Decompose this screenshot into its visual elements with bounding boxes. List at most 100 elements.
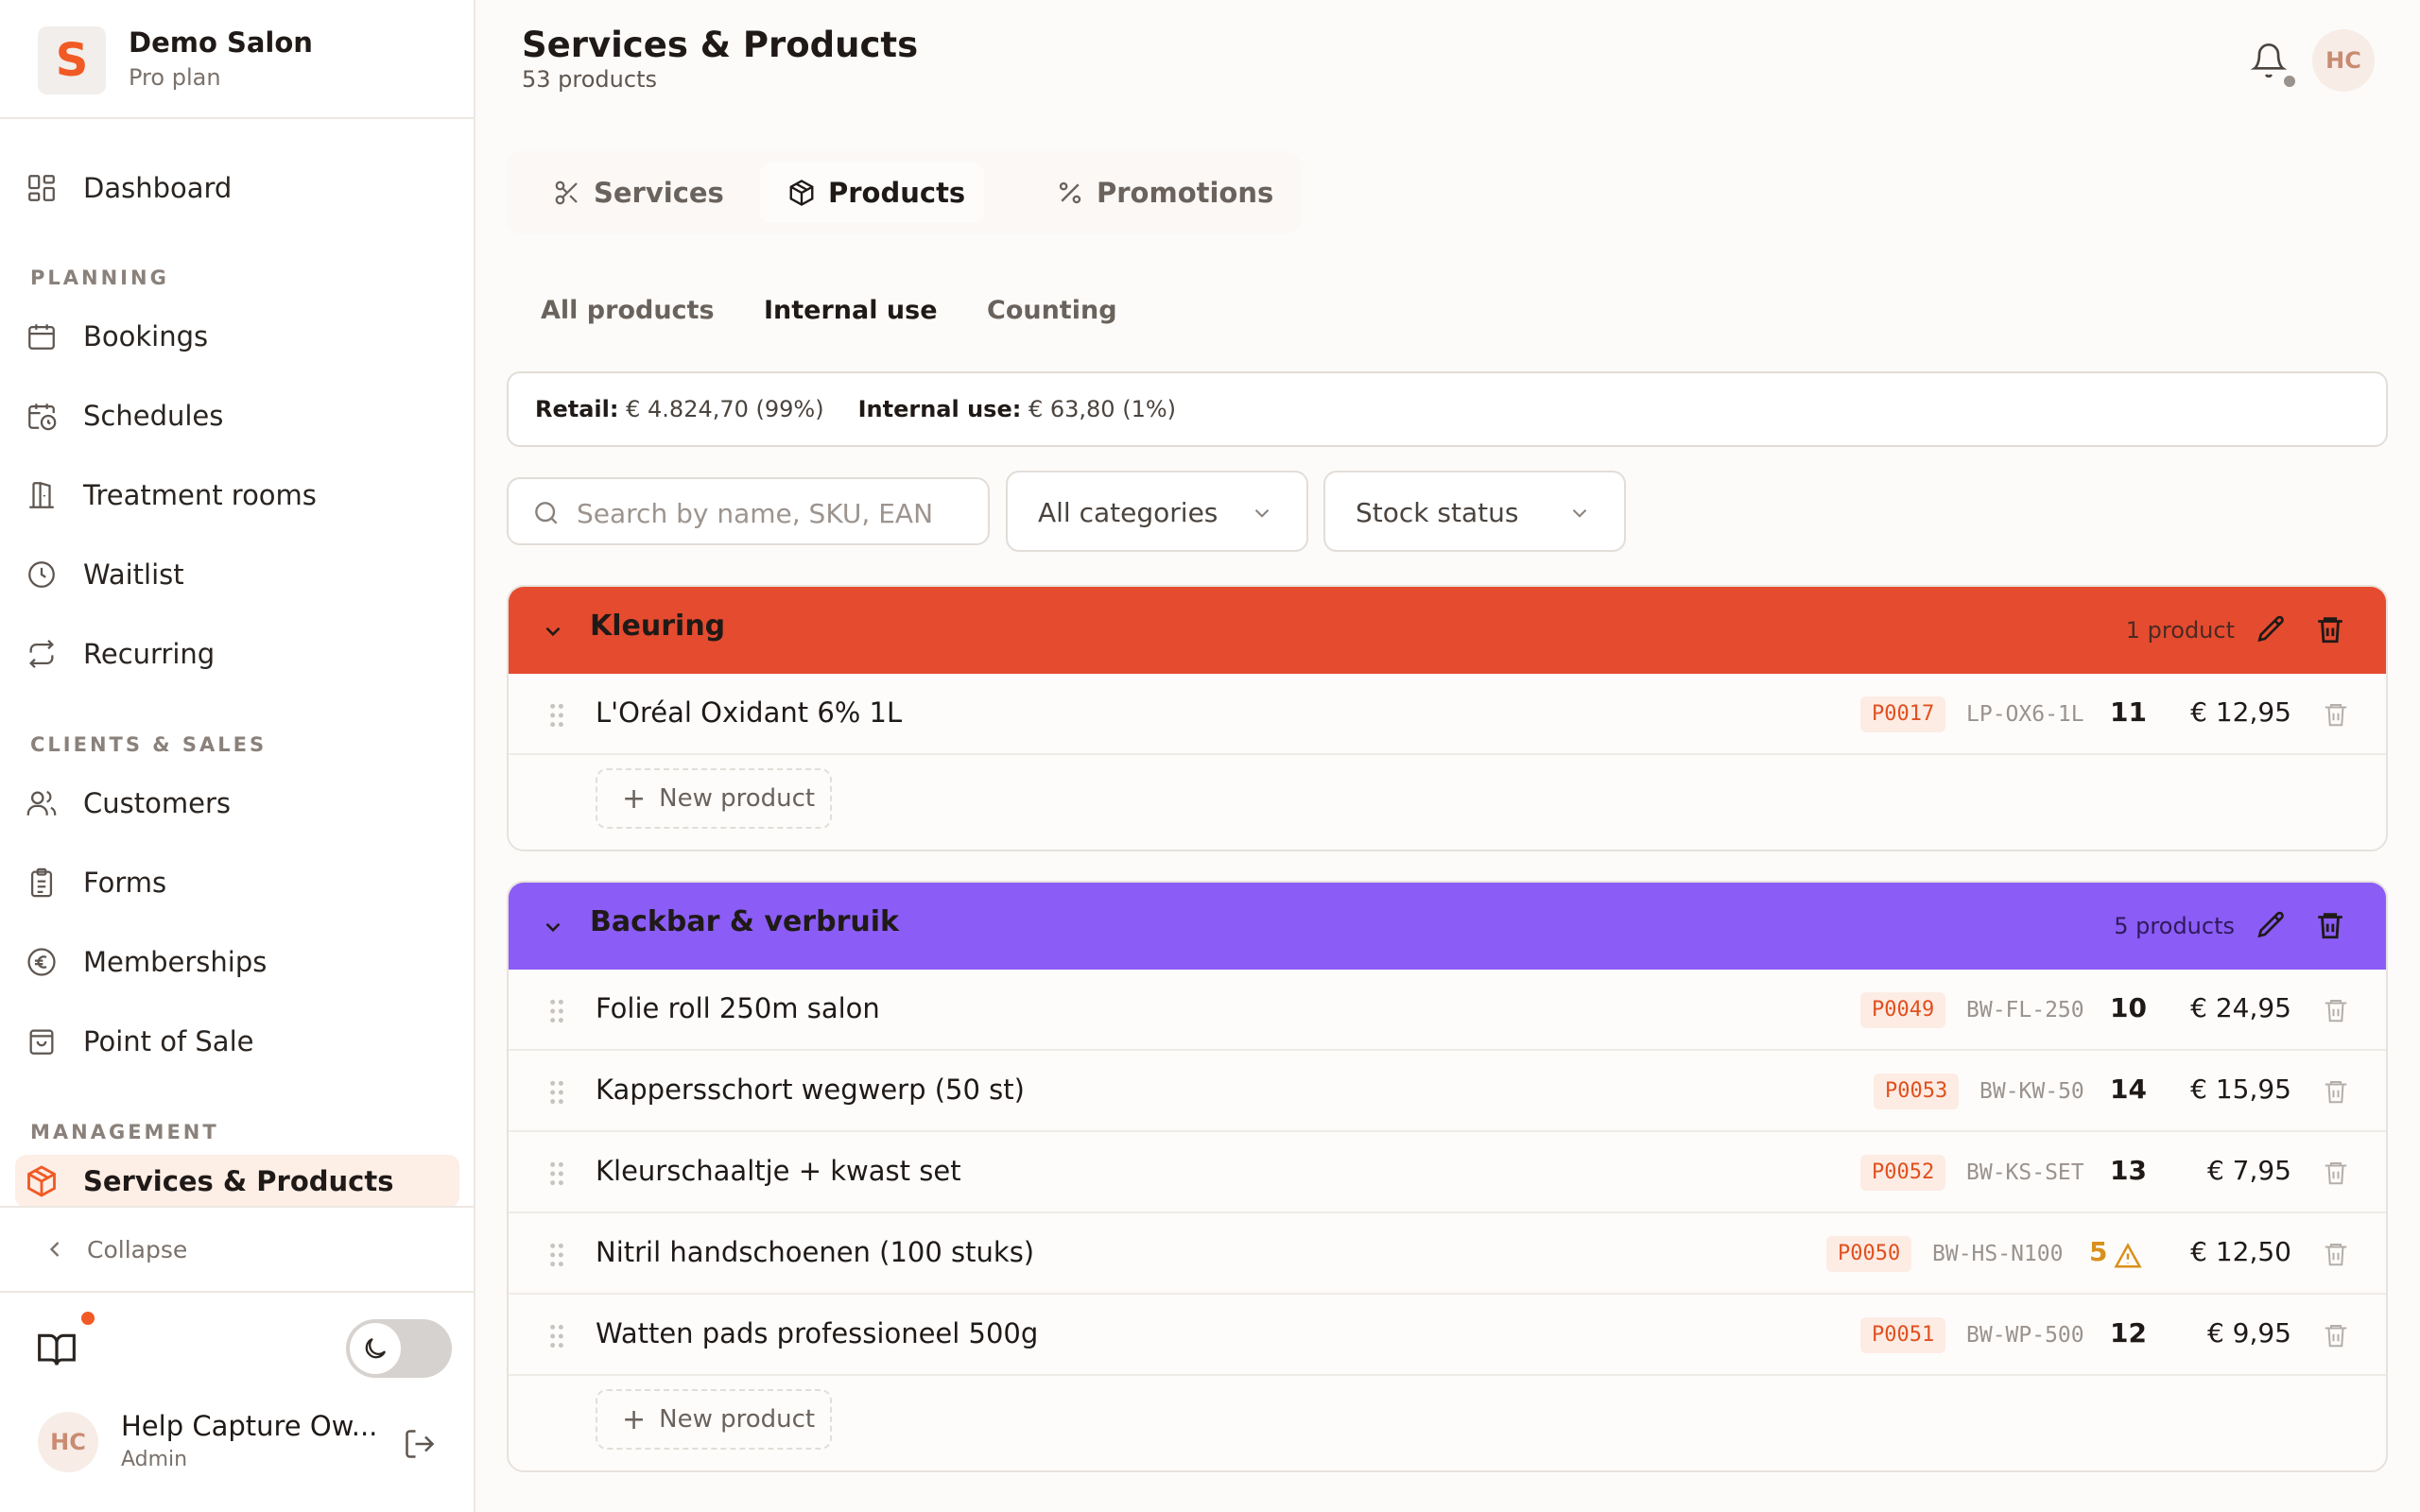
trash-icon[interactable] xyxy=(2314,909,2346,941)
product-code-badge: P0052 xyxy=(1860,1155,1946,1191)
drag-handle-icon[interactable] xyxy=(548,1079,565,1106)
door-icon xyxy=(23,476,60,514)
product-price: € 15,95 xyxy=(2190,1074,2291,1105)
product-name: Watten pads professioneel 500g xyxy=(596,1317,1039,1349)
trash-icon[interactable] xyxy=(2322,1077,2350,1106)
product-stock: 12 xyxy=(2110,1317,2147,1349)
sidebar-item-forms[interactable]: Forms xyxy=(15,852,459,913)
nav-section-planning: PLANNING xyxy=(30,266,169,289)
logout-icon[interactable] xyxy=(403,1427,437,1461)
page-subtitle: 53 products xyxy=(522,66,657,93)
category-name: Kleuring xyxy=(590,610,726,643)
product-code-badge: P0051 xyxy=(1860,1317,1946,1353)
collapse-sidebar-button[interactable]: Collapse xyxy=(0,1206,474,1293)
category-group-kleuring: Kleuring 1 product L'Oréal Oxidant 6% 1L… xyxy=(507,585,2388,851)
product-row[interactable]: Kleurschaaltje + kwast set P0052 BW-KS-S… xyxy=(509,1132,2386,1213)
chevron-down-icon[interactable] xyxy=(541,619,565,644)
subtab-all-products[interactable]: All products xyxy=(507,274,749,346)
book-open-icon[interactable] xyxy=(36,1329,78,1370)
brand-logo: S xyxy=(38,26,106,94)
drag-handle-icon[interactable] xyxy=(548,1242,565,1268)
new-product-button[interactable]: + New product xyxy=(596,768,832,829)
sidebar: S Demo Salon Pro plan Dashboard PLANNING… xyxy=(0,0,475,1512)
sidebar-item-label: Treatment rooms xyxy=(83,479,317,511)
dashboard-icon xyxy=(23,169,60,207)
tab-services[interactable]: Services xyxy=(552,163,724,223)
sidebar-item-label: Customers xyxy=(83,787,231,819)
shopping-bag-icon xyxy=(23,1022,60,1060)
product-name: Kappersschort wegwerp (50 st) xyxy=(596,1074,1025,1106)
page-title: Services & Products xyxy=(522,25,919,65)
product-sku: LP-OX6-1L xyxy=(1966,702,2084,727)
sidebar-item-memberships[interactable]: Memberships xyxy=(15,932,459,992)
tab-label: Services xyxy=(594,177,724,209)
product-row[interactable]: Kappersschort wegwerp (50 st) P0053 BW-K… xyxy=(509,1051,2386,1132)
value-summary: Retail: € 4.824,70 (99%) Internal use: €… xyxy=(507,371,2388,447)
dark-mode-toggle[interactable] xyxy=(346,1319,452,1378)
product-stock: 14 xyxy=(2110,1074,2147,1105)
sidebar-item-point-of-sale[interactable]: Point of Sale xyxy=(15,1011,459,1072)
sidebar-item-bookings[interactable]: Bookings xyxy=(15,306,459,367)
sidebar-item-customers[interactable]: Customers xyxy=(15,773,459,833)
sidebar-item-label: Point of Sale xyxy=(83,1025,254,1057)
trash-icon[interactable] xyxy=(2322,1321,2350,1349)
clipboard-icon xyxy=(23,864,60,902)
nav-section-clients-sales: CLIENTS & SALES xyxy=(30,733,268,756)
search-icon xyxy=(535,502,558,524)
product-row[interactable]: L'Oréal Oxidant 6% 1L P0017 LP-OX6-1L 11… xyxy=(509,674,2386,755)
header-avatar[interactable]: HC xyxy=(2312,29,2375,92)
subtab-internal-use[interactable]: Internal use xyxy=(730,274,972,346)
bell-icon[interactable] xyxy=(2250,42,2288,79)
clock-icon xyxy=(23,556,60,593)
drag-handle-icon[interactable] xyxy=(548,1323,565,1349)
category-count: 1 product xyxy=(2125,617,2235,644)
sidebar-item-dashboard[interactable]: Dashboard xyxy=(15,158,459,218)
tab-products[interactable]: Products xyxy=(760,163,985,223)
category-header[interactable]: Kleuring 1 product xyxy=(509,587,2386,674)
pencil-icon[interactable] xyxy=(2256,613,2288,645)
chevron-down-icon[interactable] xyxy=(541,915,565,939)
user-avatar[interactable]: HC xyxy=(38,1412,98,1472)
category-select[interactable]: All categories xyxy=(1006,471,1308,552)
new-product-label: New product xyxy=(659,1405,816,1434)
sidebar-item-treatment-rooms[interactable]: Treatment rooms xyxy=(15,465,459,525)
brand-header[interactable]: S Demo Salon Pro plan xyxy=(0,0,474,119)
product-sku: BW-HS-N100 xyxy=(1932,1242,2064,1266)
drag-handle-icon[interactable] xyxy=(548,1160,565,1187)
stock-select-value: Stock status xyxy=(1356,497,1519,528)
product-row[interactable]: Folie roll 250m salon P0049 BW-FL-250 10… xyxy=(509,970,2386,1051)
sidebar-item-label: Memberships xyxy=(83,946,268,978)
product-row[interactable]: Nitril handschoenen (100 stuks) P0050 BW… xyxy=(509,1213,2386,1295)
drag-handle-icon[interactable] xyxy=(548,702,565,729)
product-name: Folie roll 250m salon xyxy=(596,992,880,1024)
pencil-icon[interactable] xyxy=(2256,909,2288,941)
sidebar-item-label: Schedules xyxy=(83,400,224,432)
drag-handle-icon[interactable] xyxy=(548,998,565,1024)
product-stock: 10 xyxy=(2110,992,2147,1023)
sidebar-item-schedules[interactable]: Schedules xyxy=(15,386,459,446)
trash-icon[interactable] xyxy=(2322,1159,2350,1187)
subtab-counting[interactable]: Counting xyxy=(953,274,1151,346)
product-name: Kleurschaaltje + kwast set xyxy=(596,1155,961,1187)
sidebar-item-recurring[interactable]: Recurring xyxy=(15,624,459,684)
product-sku: BW-WP-500 xyxy=(1966,1323,2084,1348)
new-product-button[interactable]: + New product xyxy=(596,1389,832,1450)
search-input[interactable] xyxy=(577,492,955,534)
product-sku: BW-KW-50 xyxy=(1979,1079,2084,1104)
trash-icon[interactable] xyxy=(2322,1240,2350,1268)
sidebar-item-services-products[interactable]: Services & Products xyxy=(15,1155,459,1208)
category-name: Backbar & verbruik xyxy=(590,905,899,938)
stock-status-select[interactable]: Stock status xyxy=(1323,471,1626,552)
sidebar-item-waitlist[interactable]: Waitlist xyxy=(15,544,459,605)
trash-icon[interactable] xyxy=(2322,700,2350,729)
warning-triangle-icon xyxy=(2114,1243,2142,1268)
retail-value: € 4.824,70 (99%) xyxy=(626,396,824,422)
trash-icon[interactable] xyxy=(2322,996,2350,1024)
trash-icon[interactable] xyxy=(2314,613,2346,645)
chevron-down-icon xyxy=(1254,509,1270,518)
tab-promotions[interactable]: Promotions xyxy=(1055,163,1273,223)
retail-summary: Retail: € 4.824,70 (99%) xyxy=(535,396,824,422)
plus-icon: + xyxy=(622,1402,647,1436)
product-row[interactable]: Watten pads professioneel 500g P0051 BW-… xyxy=(509,1295,2386,1376)
category-header[interactable]: Backbar & verbruik 5 products xyxy=(509,883,2386,970)
